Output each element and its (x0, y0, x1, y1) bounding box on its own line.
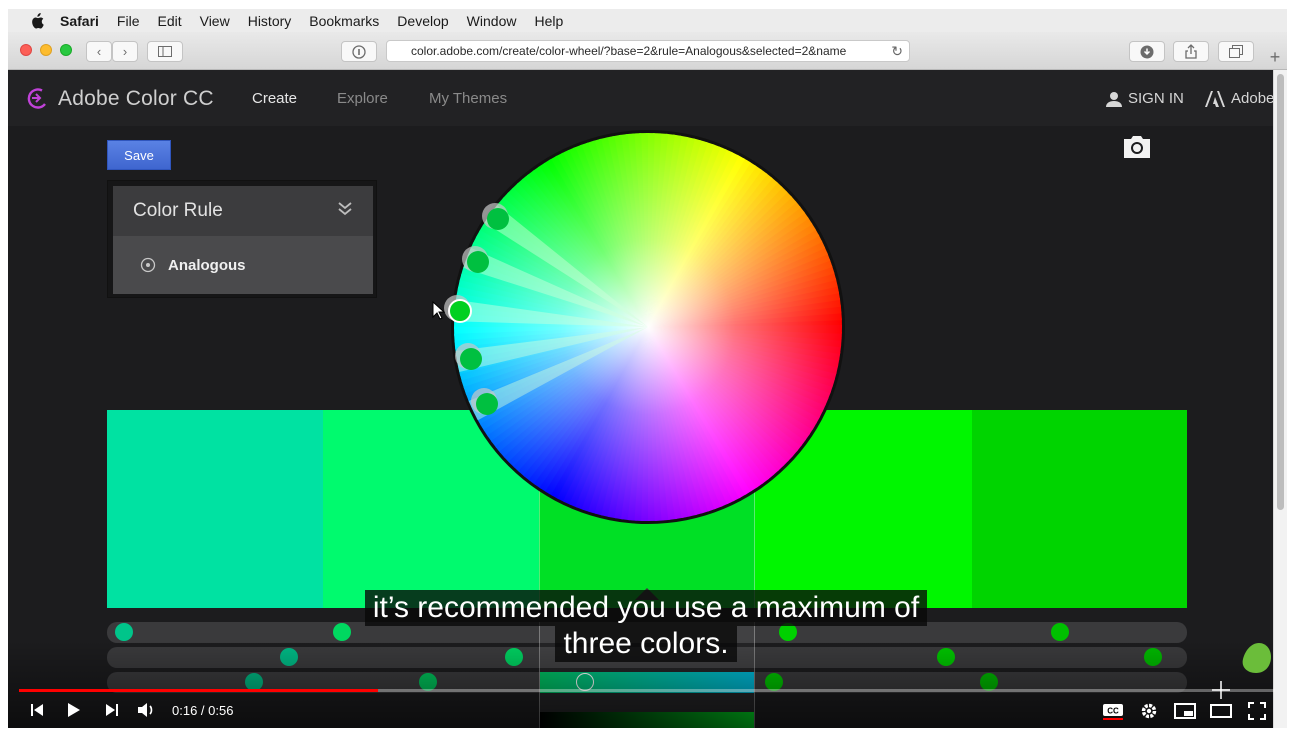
user-icon (1106, 91, 1122, 107)
play-icon[interactable] (66, 702, 82, 718)
chevron-left-icon: ‹ (96, 44, 102, 59)
save-button[interactable]: Save (107, 140, 171, 170)
caption-line-2: three colors. (555, 626, 737, 662)
color-wheel[interactable] (444, 127, 848, 527)
menu-bar: Safari File Edit View History Bookmarks … (8, 9, 1287, 32)
site-brand[interactable]: Adobe Color CC (58, 87, 214, 111)
sidebar-button[interactable] (147, 41, 183, 62)
menu-develop[interactable]: Develop (397, 13, 448, 29)
zoom-window-button[interactable] (60, 44, 72, 56)
scrollbar-thumb[interactable] (1277, 74, 1284, 510)
close-window-button[interactable] (20, 44, 32, 56)
download-icon (1140, 45, 1154, 58)
theater-mode-icon[interactable] (1210, 703, 1232, 719)
menu-file[interactable]: File (117, 13, 140, 29)
video-time: 0:16 / 0:56 (172, 703, 234, 718)
adobe-link[interactable]: Adobe (1205, 90, 1273, 107)
next-icon[interactable] (105, 703, 119, 717)
menu-window[interactable]: Window (467, 13, 517, 29)
sign-in-label: SIGN IN (1128, 90, 1184, 107)
fullscreen-icon[interactable] (1248, 702, 1266, 720)
video-caption: it’s recommended you use a maximum of th… (346, 590, 946, 662)
menu-help[interactable]: Help (534, 13, 563, 29)
address-bar[interactable]: color.adobe.com/create/color-wheel/?base… (386, 40, 910, 62)
sidebar-icon (158, 46, 172, 57)
forward-button[interactable]: › (112, 41, 138, 62)
browser-toolbar: ‹ › color.adobe.com/create/color-wheel/?… (8, 32, 1287, 70)
share-icon (1185, 44, 1197, 59)
color-rule-panel: Color Rule Analogous (107, 180, 377, 298)
settings-gear-icon[interactable] (1140, 702, 1158, 720)
swatch-1[interactable] (107, 410, 323, 608)
wheel-handle[interactable] (476, 393, 498, 415)
wheel-handle[interactable] (460, 348, 482, 370)
color-rule-header[interactable]: Color Rule (113, 186, 373, 236)
page-scrollbar[interactable] (1273, 70, 1287, 728)
sign-in-link[interactable]: SIGN IN (1106, 90, 1184, 107)
adobe-label: Adobe (1231, 90, 1273, 107)
menu-view[interactable]: View (200, 13, 230, 29)
nav-create[interactable]: Create (252, 90, 297, 107)
reload-icon[interactable]: ↻ (891, 43, 903, 60)
downloads-button[interactable] (1129, 41, 1165, 62)
info-shield-icon (352, 44, 366, 59)
crosshair-cursor-icon (1212, 681, 1230, 699)
swatch-5[interactable] (972, 410, 1187, 608)
miniplayer-icon[interactable] (1174, 703, 1196, 719)
back-button[interactable]: ‹ (86, 41, 112, 62)
minimize-window-button[interactable] (40, 44, 52, 56)
apple-icon[interactable] (28, 12, 46, 29)
wheel-handle-selected[interactable] (448, 299, 472, 323)
color-rule-value: Analogous (168, 256, 246, 274)
wheel-handle[interactable] (467, 251, 489, 273)
tabs-icon (1229, 45, 1243, 58)
menu-history[interactable]: History (248, 13, 292, 29)
color-rule-option[interactable]: Analogous (113, 236, 373, 294)
color-rule-title: Color Rule (133, 200, 223, 221)
plus-icon: + (1269, 46, 1281, 67)
site-header: Adobe Color CC Create Explore My Themes … (8, 70, 1273, 126)
adobe-color-logo-icon[interactable] (26, 87, 48, 109)
video-progress-bar[interactable] (19, 689, 1275, 692)
share-button[interactable] (1173, 41, 1209, 62)
volume-icon[interactable] (137, 702, 157, 718)
address-url[interactable]: color.adobe.com/create/color-wheel/?base… (411, 44, 881, 58)
caption-line-1: it’s recommended you use a maximum of (364, 590, 928, 626)
evernote-elephant-icon (1242, 643, 1271, 673)
new-tab-button[interactable]: + (1264, 46, 1286, 68)
mouse-cursor-icon (432, 301, 446, 320)
menu-app-name[interactable]: Safari (60, 13, 99, 29)
camera-icon[interactable] (1121, 134, 1153, 160)
nav-my-themes[interactable]: My Themes (429, 90, 507, 107)
double-chevron-down-icon[interactable] (337, 200, 353, 218)
nav-explore[interactable]: Explore (337, 90, 388, 107)
slider-knob[interactable] (1051, 623, 1069, 641)
privacy-report-button[interactable] (341, 41, 377, 62)
chevron-right-icon: › (122, 44, 128, 59)
video-progress-fill (19, 689, 378, 692)
wheel-handle[interactable] (487, 208, 509, 230)
tabs-overview-button[interactable] (1218, 41, 1254, 62)
slider-knob[interactable] (115, 623, 133, 641)
radio-selected-icon (140, 257, 156, 273)
svg-text:CC: CC (1107, 707, 1119, 716)
menu-bookmarks[interactable]: Bookmarks (309, 13, 379, 29)
menu-edit[interactable]: Edit (157, 13, 181, 29)
adobe-logo-icon (1205, 90, 1225, 107)
previous-icon[interactable] (30, 703, 44, 717)
closed-captions-icon[interactable]: CC (1102, 703, 1124, 720)
